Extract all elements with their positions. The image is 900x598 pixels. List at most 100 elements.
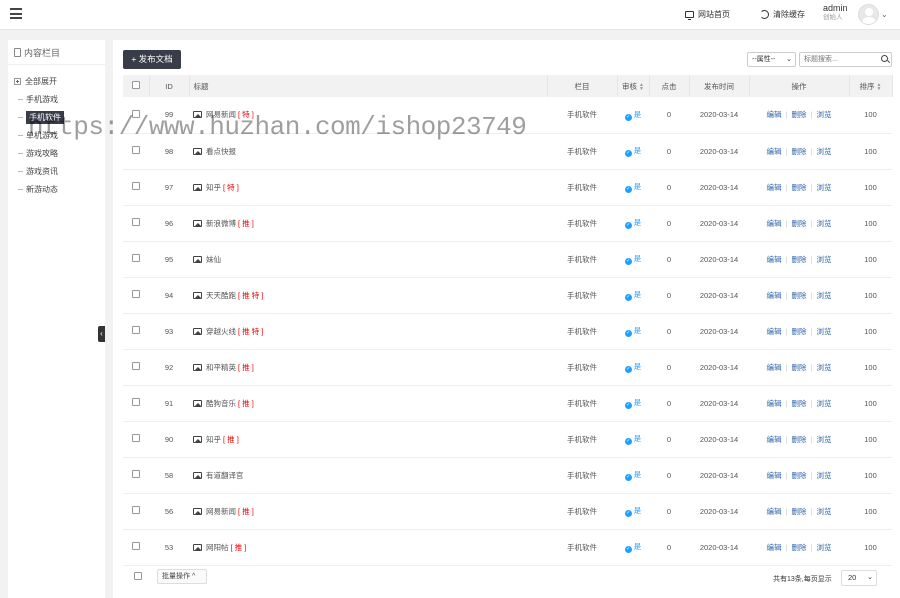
row-checkbox[interactable] bbox=[132, 218, 140, 226]
row-title[interactable]: 和平精英 bbox=[206, 363, 236, 372]
delete-link[interactable]: 删除 bbox=[792, 219, 807, 228]
edit-link[interactable]: 编辑 bbox=[767, 543, 782, 552]
view-link[interactable]: 浏览 bbox=[816, 399, 831, 408]
row-audit-cell[interactable]: ✓ 是 bbox=[617, 385, 649, 422]
col-audit[interactable]: 审核 ▲ ▼ bbox=[617, 75, 650, 97]
row-order[interactable]: 100 bbox=[849, 277, 892, 314]
delete-link[interactable]: 删除 bbox=[792, 255, 807, 264]
batch-action-button[interactable]: 批量操作 ^ bbox=[157, 569, 207, 584]
edit-link[interactable]: 编辑 bbox=[767, 219, 782, 228]
select-all-checkbox[interactable] bbox=[131, 81, 140, 89]
row-audit-cell[interactable]: ✓ 是 bbox=[617, 133, 649, 170]
row-title[interactable]: 网易新闻 bbox=[206, 507, 236, 516]
row-audit-cell[interactable]: ✓ 是 bbox=[617, 457, 649, 494]
tree-item-mobile-software[interactable]: 手机软件 bbox=[18, 110, 64, 125]
row-order[interactable]: 100 bbox=[849, 385, 892, 422]
delete-link[interactable]: 删除 bbox=[792, 507, 807, 516]
edit-link[interactable]: 编辑 bbox=[767, 291, 782, 300]
row-checkbox[interactable] bbox=[132, 362, 140, 370]
delete-link[interactable]: 删除 bbox=[792, 291, 807, 300]
tree-item-new-games[interactable]: 新游动态 bbox=[18, 182, 58, 197]
delete-link[interactable]: 删除 bbox=[792, 471, 807, 480]
tree-item-single-games[interactable]: 单机游戏 bbox=[18, 128, 58, 143]
chevron-down-icon[interactable]: ⌄ bbox=[881, 10, 888, 19]
view-link[interactable]: 浏览 bbox=[816, 543, 831, 552]
publish-document-button[interactable]: + 发布文档 bbox=[123, 50, 181, 69]
row-audit-cell[interactable]: ✓ 是 bbox=[617, 205, 649, 242]
row-checkbox[interactable] bbox=[132, 109, 140, 118]
tree-item-mobile-games[interactable]: 手机游戏 bbox=[18, 92, 58, 107]
delete-link[interactable]: 删除 bbox=[792, 399, 807, 408]
sidebar-collapse-handle[interactable]: ‹ bbox=[98, 326, 105, 342]
avatar[interactable] bbox=[858, 4, 879, 25]
row-title[interactable]: 酷狗音乐 bbox=[206, 399, 236, 408]
row-audit-cell[interactable]: ✓ 是 bbox=[617, 421, 649, 458]
row-order[interactable]: 100 bbox=[849, 313, 892, 350]
sort-icon[interactable]: ▲ ▼ bbox=[639, 82, 644, 91]
row-title[interactable]: 有道翻译官 bbox=[206, 471, 244, 480]
menu-toggle-icon[interactable] bbox=[10, 8, 22, 19]
view-link[interactable]: 浏览 bbox=[816, 471, 831, 480]
edit-link[interactable]: 编辑 bbox=[767, 507, 782, 516]
clear-cache-link[interactable]: 清除缓存 bbox=[760, 7, 805, 21]
edit-link[interactable]: 编辑 bbox=[767, 399, 782, 408]
view-link[interactable]: 浏览 bbox=[816, 363, 831, 372]
view-link[interactable]: 浏览 bbox=[816, 219, 831, 228]
tree-item-game-news[interactable]: 游戏资讯 bbox=[18, 164, 58, 179]
row-checkbox[interactable] bbox=[132, 542, 140, 550]
row-title[interactable]: 妹仙 bbox=[206, 255, 221, 264]
sort-icon[interactable]: ▲ ▼ bbox=[877, 82, 882, 91]
row-checkbox[interactable] bbox=[132, 434, 140, 442]
view-link[interactable]: 浏览 bbox=[816, 110, 831, 119]
view-link[interactable]: 浏览 bbox=[816, 183, 831, 192]
site-home-link[interactable]: 网站首页 bbox=[685, 7, 730, 21]
view-link[interactable]: 浏览 bbox=[816, 435, 831, 444]
delete-link[interactable]: 删除 bbox=[792, 543, 807, 552]
edit-link[interactable]: 编辑 bbox=[767, 183, 782, 192]
row-title[interactable]: 网易新闻 bbox=[206, 110, 236, 119]
row-order[interactable]: 100 bbox=[849, 97, 892, 134]
delete-link[interactable]: 删除 bbox=[792, 363, 807, 372]
row-order[interactable]: 100 bbox=[849, 529, 892, 566]
row-order[interactable]: 100 bbox=[849, 205, 892, 242]
row-audit-cell[interactable]: ✓ 是 bbox=[617, 493, 649, 530]
row-audit-cell[interactable]: ✓ 是 bbox=[617, 313, 649, 350]
row-checkbox[interactable] bbox=[132, 506, 140, 514]
row-audit-cell[interactable]: ✓ 是 bbox=[617, 349, 649, 386]
edit-link[interactable]: 编辑 bbox=[767, 471, 782, 480]
row-title[interactable]: 知乎 bbox=[206, 435, 221, 444]
row-order[interactable]: 100 bbox=[849, 169, 892, 206]
user-info[interactable]: admin 创始人 bbox=[823, 4, 853, 22]
row-checkbox[interactable] bbox=[132, 182, 140, 190]
row-audit-cell[interactable]: ✓ 是 bbox=[617, 241, 649, 278]
row-checkbox[interactable] bbox=[132, 326, 140, 334]
edit-link[interactable]: 编辑 bbox=[767, 327, 782, 336]
row-checkbox[interactable] bbox=[132, 290, 140, 298]
delete-link[interactable]: 删除 bbox=[792, 435, 807, 444]
delete-link[interactable]: 删除 bbox=[792, 327, 807, 336]
view-link[interactable]: 浏览 bbox=[816, 291, 831, 300]
view-link[interactable]: 浏览 bbox=[816, 507, 831, 516]
row-title[interactable]: 穿越火线 bbox=[206, 327, 236, 336]
row-checkbox[interactable] bbox=[132, 254, 140, 262]
delete-link[interactable]: 删除 bbox=[792, 147, 807, 156]
delete-link[interactable]: 删除 bbox=[792, 183, 807, 192]
row-order[interactable]: 100 bbox=[849, 349, 892, 386]
row-order[interactable]: 100 bbox=[849, 457, 892, 494]
row-title[interactable]: 知乎 bbox=[206, 183, 221, 192]
view-link[interactable]: 浏览 bbox=[816, 255, 831, 264]
view-link[interactable]: 浏览 bbox=[816, 147, 831, 156]
edit-link[interactable]: 编辑 bbox=[767, 110, 782, 119]
edit-link[interactable]: 编辑 bbox=[767, 363, 782, 372]
row-title[interactable]: 看点快报 bbox=[206, 147, 236, 156]
edit-link[interactable]: 编辑 bbox=[767, 435, 782, 444]
col-order[interactable]: 排序 ▲ ▼ bbox=[849, 75, 893, 97]
row-title[interactable]: 天天酷跑 bbox=[206, 291, 236, 300]
row-order[interactable]: 100 bbox=[849, 241, 892, 278]
row-order[interactable]: 100 bbox=[849, 421, 892, 458]
title-search-input[interactable] bbox=[799, 52, 892, 67]
attribute-filter-select[interactable]: --属性-- ⌄ bbox=[747, 52, 796, 67]
footer-select-checkbox[interactable] bbox=[134, 572, 142, 580]
edit-link[interactable]: 编辑 bbox=[767, 147, 782, 156]
row-audit-cell[interactable]: ✓ 是 bbox=[617, 529, 649, 566]
